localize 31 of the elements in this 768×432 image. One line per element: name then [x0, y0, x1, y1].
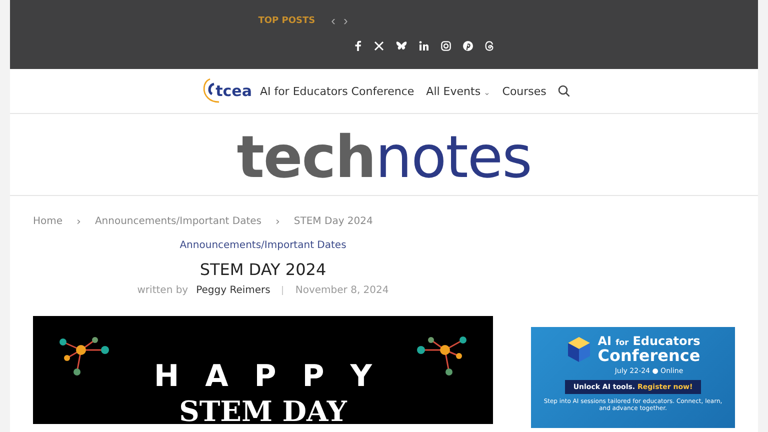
facebook-icon[interactable] — [354, 40, 362, 51]
breadcrumb-separator: › — [276, 215, 280, 228]
butterfly-icon[interactable] — [396, 40, 407, 50]
x-logo-icon[interactable] — [374, 40, 384, 50]
pinterest-icon[interactable] — [463, 40, 473, 50]
category-link[interactable]: Announcements/Important Dates — [180, 240, 346, 251]
nav-link[interactable]: All Events ⌄ — [426, 84, 490, 98]
site-title[interactable]: technotes — [236, 128, 532, 186]
banner-title: STEM DAY — [179, 398, 347, 426]
cube-icon — [566, 335, 592, 363]
article-title: STEM DAY 2024 — [200, 260, 326, 279]
linkedin-icon[interactable] — [419, 40, 429, 50]
author-link[interactable]: Peggy Reimers — [196, 285, 270, 296]
threads-icon[interactable] — [485, 40, 494, 50]
instagram-icon[interactable] — [441, 40, 451, 50]
nav-link[interactable]: AI for Educators Conference — [260, 84, 414, 98]
banner-heading: HAPPY — [154, 362, 398, 392]
top-posts-label: TOP POSTS — [258, 16, 316, 26]
nav-link[interactable]: Courses — [502, 84, 546, 98]
breadcrumb-link[interactable]: Announcements/Important Dates — [94, 216, 262, 227]
breadcrumb-separator: › — [76, 215, 81, 228]
next-button[interactable]: › — [341, 14, 350, 28]
publish-date: November 8, 2024 — [295, 285, 389, 296]
ad-title: AI for Educators — [598, 335, 700, 348]
previous-button[interactable]: ‹ — [329, 14, 338, 28]
tcea-logo[interactable]: tcea — [198, 78, 252, 104]
current-page-label: STEM Day 2024 — [294, 216, 373, 227]
breadcrumb-link[interactable]: Home — [33, 216, 63, 227]
byline-prefix: written by — [137, 285, 188, 296]
ad-subtitle: Conference — [598, 348, 700, 365]
search-icon[interactable] — [558, 85, 570, 97]
